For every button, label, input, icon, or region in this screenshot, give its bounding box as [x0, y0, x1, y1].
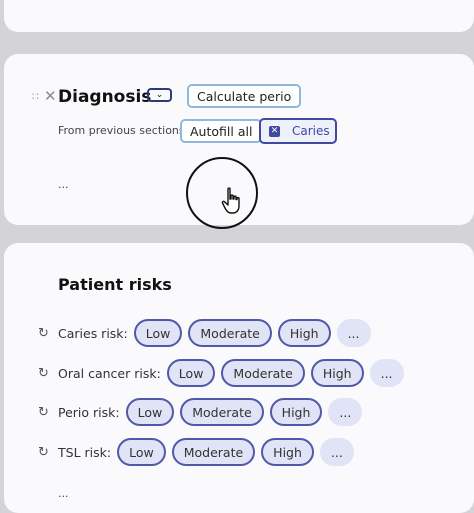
risk-option-moderate[interactable]: Moderate: [180, 398, 264, 426]
hand-pointer-icon: [221, 187, 240, 214]
collapse-button[interactable]: ⌄: [147, 88, 172, 102]
calculate-perio-button[interactable]: Calculate perio: [187, 84, 302, 108]
risk-option-low[interactable]: Low: [125, 398, 175, 426]
risk-option-high[interactable]: High: [277, 319, 331, 347]
patient-risks-card: Patient risks ↻ Caries risk: Low Moderat…: [4, 243, 474, 513]
cycle-icon: ↻: [38, 365, 49, 381]
section-title: Diagnosis: [58, 87, 152, 107]
from-previous-label: From previous sections:: [58, 124, 189, 137]
close-icon[interactable]: ✕: [44, 87, 57, 105]
autofill-all-button[interactable]: Autofill all: [180, 119, 263, 143]
risk-option-low[interactable]: Low: [117, 438, 166, 466]
chip-remove-icon[interactable]: ✕: [269, 125, 280, 137]
risk-more-button[interactable]: ...: [328, 398, 363, 426]
drag-handle-icon[interactable]: ∷: [32, 90, 39, 103]
risk-label: Oral cancer risk:: [58, 365, 161, 381]
risk-row-perio: ↻ Perio risk: Low Moderate High ...: [38, 397, 368, 427]
risk-row-caries: ↻ Caries risk: Low Moderate High ...: [38, 318, 377, 348]
risk-label: Perio risk:: [58, 404, 120, 420]
cycle-icon: ↻: [38, 444, 49, 460]
caries-chip[interactable]: ✕ Caries: [259, 118, 337, 144]
cycle-icon: ↻: [38, 404, 49, 420]
diagnosis-card: ∷ ✕ Diagnosis ⌄ Calculate perio From pre…: [4, 54, 474, 229]
more-ellipsis: ...: [58, 487, 69, 500]
risk-option-low[interactable]: Low: [166, 359, 216, 387]
risk-more-button[interactable]: ...: [369, 359, 404, 387]
risk-option-high[interactable]: High: [261, 438, 314, 466]
risk-label: TSL risk:: [58, 444, 112, 460]
risk-option-moderate[interactable]: Moderate: [188, 319, 272, 347]
risk-option-moderate[interactable]: Moderate: [171, 438, 256, 466]
risk-row-oral-cancer: ↻ Oral cancer risk: Low Moderate High ..…: [38, 358, 410, 388]
section-title: Patient risks: [58, 275, 172, 294]
chip-label: Caries: [292, 124, 330, 138]
risk-more-button[interactable]: ...: [319, 438, 354, 466]
risk-option-high[interactable]: High: [269, 398, 323, 426]
risk-option-low[interactable]: Low: [133, 319, 183, 347]
risk-label: Caries risk:: [58, 325, 128, 341]
risk-option-moderate[interactable]: Moderate: [221, 359, 305, 387]
risk-row-tsl: ↻ TSL risk: Low Moderate High ...: [38, 437, 360, 467]
chevron-down-icon: ⌄: [155, 90, 164, 100]
risk-option-high[interactable]: High: [310, 359, 364, 387]
more-ellipsis: ...: [58, 178, 69, 191]
risk-more-button[interactable]: ...: [336, 319, 371, 347]
previous-section-card: [4, 0, 474, 32]
cycle-icon: ↻: [38, 325, 49, 341]
